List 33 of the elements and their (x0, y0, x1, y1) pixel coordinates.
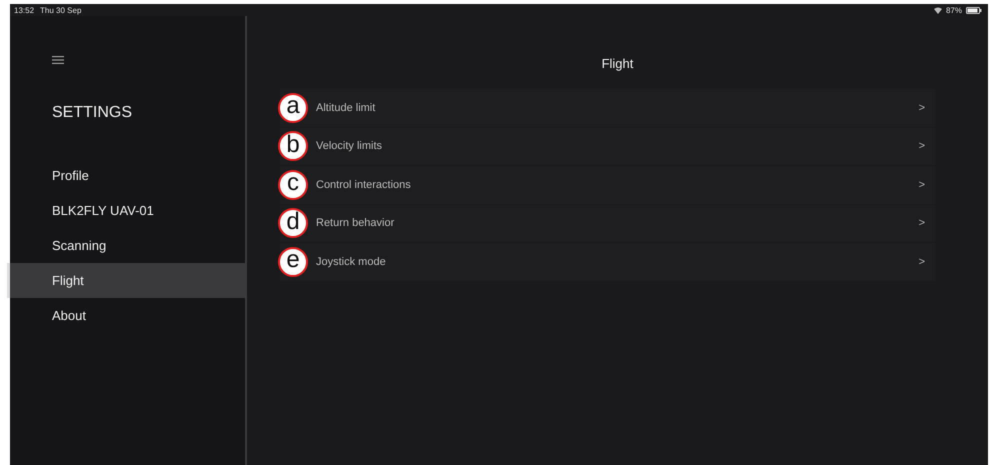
callout-marker: a (278, 92, 308, 123)
sidebar-item[interactable]: BLK2FLY UAV-01 (7, 193, 245, 228)
sidebar-item[interactable]: About (7, 298, 245, 333)
settings-row[interactable]: c Control interactions > (280, 166, 935, 204)
sidebar-item[interactable]: Profile (7, 158, 245, 193)
battery-percent: 87% (946, 6, 962, 14)
sidebar-item[interactable]: Flight (7, 263, 245, 298)
settings-row[interactable]: a Altitude limit > (280, 89, 935, 128)
chevron: > (918, 217, 925, 230)
row-label: Control interactions (316, 178, 412, 191)
row-label: Velocity limits (316, 140, 384, 152)
row-label: Joystick mode (316, 256, 387, 268)
callout-marker: b (278, 131, 308, 162)
page-title: Flight (602, 56, 634, 71)
settings-row[interactable]: e Joystick mode > (280, 243, 935, 282)
battery-icon (966, 6, 982, 14)
row-label: Altitude limit (316, 102, 376, 114)
callout-marker: c (278, 170, 308, 200)
chevron: > (918, 140, 925, 152)
settings-row[interactable]: b Velocity limits > (280, 128, 935, 166)
chevron: > (918, 256, 925, 268)
row-label: Return behavior (316, 217, 396, 230)
wifi-icon (934, 6, 942, 14)
chevron: > (918, 102, 925, 114)
status-time: 13:52 (14, 6, 34, 14)
menu-icon[interactable] (52, 56, 64, 64)
sidebar-item[interactable]: Scanning (7, 228, 245, 263)
callout-marker: d (278, 208, 308, 238)
callout-marker: e (278, 246, 308, 277)
settings-row[interactable]: d Return behavior > (280, 204, 935, 243)
chevron: > (918, 178, 925, 191)
status-date: Thu 30 Sep (40, 6, 82, 14)
sidebar-title: SETTINGS (52, 104, 134, 122)
